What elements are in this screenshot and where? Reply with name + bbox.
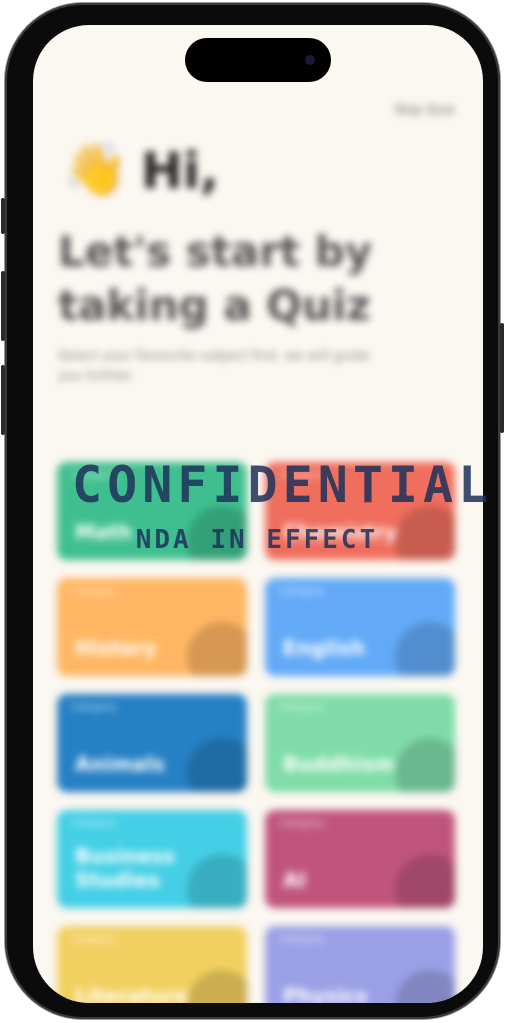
dynamic-island: [185, 38, 331, 82]
card-name: AI: [283, 868, 306, 892]
action-button: [1, 198, 5, 234]
watermark-line-2: NDA IN EFFECT: [135, 525, 379, 555]
category-card-business-studies[interactable]: Category Business Studies: [57, 810, 247, 908]
card-caption: Category: [71, 702, 117, 713]
card-name: Animals: [75, 752, 165, 776]
category-card-ai[interactable]: Category AI: [265, 810, 455, 908]
card-name: History: [75, 636, 157, 660]
card-name: English: [283, 636, 366, 660]
category-card-english[interactable]: Category English: [265, 578, 455, 676]
card-name: Physics: [283, 984, 368, 1003]
confidential-watermark: CONFIDENTIAL NDA IN EFFECT: [72, 455, 494, 557]
card-decoration: [395, 738, 455, 792]
card-decoration: [187, 970, 247, 1003]
card-decoration: [187, 854, 247, 908]
volume-down-button: [1, 365, 5, 435]
greeting-title: Hi,: [141, 142, 219, 200]
skip-link[interactable]: Skip Quiz: [394, 103, 455, 118]
card-decoration: [187, 622, 247, 676]
category-card-history[interactable]: Category History: [57, 578, 247, 676]
card-name: Literature: [75, 984, 189, 1003]
waving-hand-icon: 👋: [63, 140, 128, 200]
power-button: [500, 323, 504, 433]
card-caption: Category: [279, 586, 325, 597]
card-decoration: [187, 738, 247, 792]
card-name: Buddhism: [283, 752, 395, 776]
volume-up-button: [1, 271, 5, 341]
page-subtitle: Select your Favourite subject first, we …: [58, 349, 370, 384]
category-card-literature[interactable]: Category Literature: [57, 926, 247, 1003]
card-decoration: [395, 854, 455, 908]
card-decoration: [395, 622, 455, 676]
card-caption: Category: [279, 702, 325, 713]
watermark-line-1: CONFIDENTIAL: [72, 456, 494, 514]
card-name: Business Studies: [75, 844, 175, 892]
category-card-animals[interactable]: Category Animals: [57, 694, 247, 792]
category-card-physics[interactable]: Category Physics: [265, 926, 455, 1003]
card-decoration: [395, 970, 455, 1003]
camera-icon: [305, 55, 315, 65]
card-caption: Category: [71, 818, 117, 829]
category-card-buddhism[interactable]: Category Buddhism: [265, 694, 455, 792]
card-caption: Category: [279, 818, 325, 829]
card-caption: Category: [71, 934, 117, 945]
page-heading: Let's start by taking a Quiz: [58, 227, 373, 330]
card-caption: Category: [279, 934, 325, 945]
card-caption: Category: [71, 586, 117, 597]
